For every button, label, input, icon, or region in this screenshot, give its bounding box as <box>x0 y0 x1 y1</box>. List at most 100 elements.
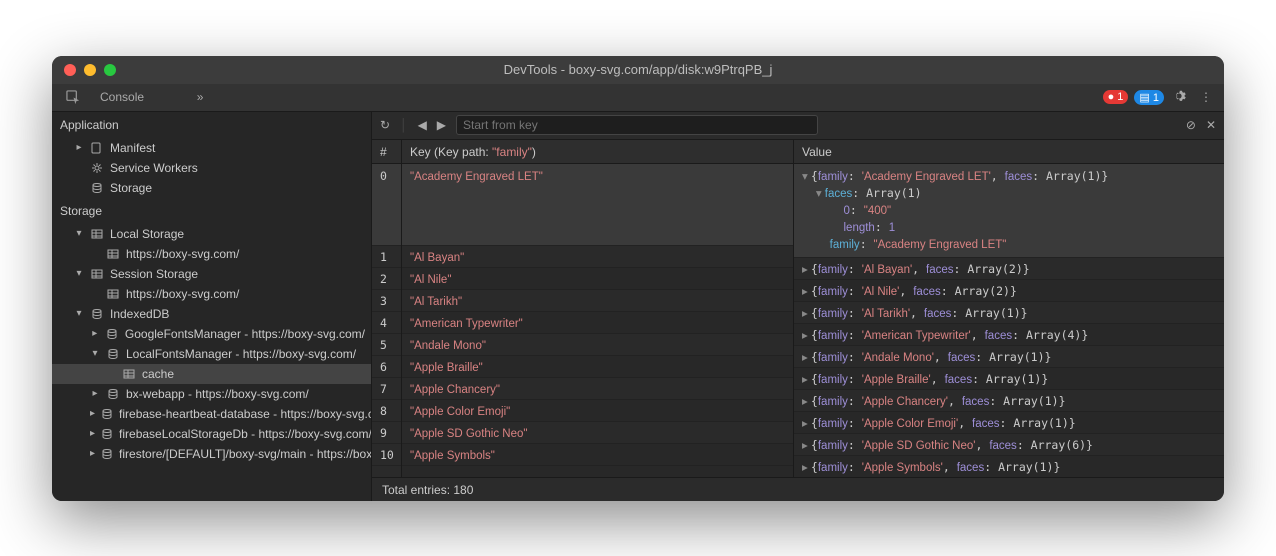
sidebar-item-label: IndexedDB <box>110 307 169 321</box>
row-value[interactable]: ▸ {family: 'Apple Symbols', faces: Array… <box>794 456 1224 477</box>
minimize-window-button[interactable] <box>84 64 96 76</box>
row-key[interactable]: "American Typewriter" <box>402 312 793 334</box>
sidebar-item[interactable]: ▸firestore/[DEFAULT]/boxy-svg/main - htt… <box>52 444 371 464</box>
next-page-icon[interactable]: ▶ <box>437 118 446 132</box>
row-key[interactable]: "Academy Engraved LET" <box>402 164 793 246</box>
disclosure-triangle-icon[interactable]: ▸ <box>90 428 95 439</box>
prev-page-icon[interactable]: ◀ <box>418 118 427 132</box>
inspect-icon[interactable] <box>64 88 82 106</box>
panel-tabs: OPFS ExplorerElementsApplicationNetworkS… <box>52 84 1224 112</box>
row-index[interactable]: 1 <box>372 246 401 268</box>
db-icon <box>101 408 113 420</box>
row-value[interactable]: ▸ {family: 'Apple Braille', faces: Array… <box>794 368 1224 390</box>
row-index[interactable]: 3 <box>372 290 401 312</box>
row-index[interactable]: 6 <box>372 356 401 378</box>
row-index[interactable]: 0 <box>372 164 401 246</box>
info-badge[interactable]: ▤ 1 <box>1134 90 1164 105</box>
sidebar-item[interactable]: ▾ IndexedDB <box>52 304 371 324</box>
sidebar-item-label: Service Workers <box>110 161 198 175</box>
row-key[interactable]: "Apple Braille" <box>402 356 793 378</box>
sidebar-item[interactable]: Service Workers <box>52 158 371 178</box>
maximize-window-button[interactable] <box>104 64 116 76</box>
sidebar-item[interactable]: ▸bx-webapp - https://boxy-svg.com/ <box>52 384 371 404</box>
row-index[interactable]: 8 <box>372 400 401 422</box>
row-key[interactable]: "Andale Mono" <box>402 334 793 356</box>
column-header[interactable]: # <box>372 140 401 164</box>
disclosure-triangle-icon[interactable]: ▾ <box>74 228 84 239</box>
grid-footer: Total entries: 180 <box>372 477 1224 501</box>
grid-icon <box>106 288 120 300</box>
disclosure-triangle-icon[interactable]: ▸ <box>74 142 84 153</box>
disclosure-triangle-icon[interactable]: ▸ <box>90 388 100 399</box>
sidebar-item-label: Session Storage <box>110 267 198 281</box>
disclosure-triangle-icon[interactable]: ▸ <box>90 408 95 419</box>
file-icon <box>90 142 104 154</box>
gear-icon <box>90 162 104 174</box>
sidebar-item[interactable]: ▸ firebaseLocalStorageDb - https://boxy-s… <box>52 424 371 444</box>
sidebar-item[interactable]: ▸GoogleFontsManager - https://boxy-svg.c… <box>52 324 371 344</box>
row-value[interactable]: ▸ {family: 'Apple Chancery', faces: Arra… <box>794 390 1224 412</box>
row-value[interactable]: ▸ {family: 'Andale Mono', faces: Array(1… <box>794 346 1224 368</box>
window-title: DevTools - boxy-svg.com/app/disk:w9PtrqP… <box>504 62 773 77</box>
row-value[interactable]: ▸ {family: 'Apple Color Emoji', faces: A… <box>794 412 1224 434</box>
sidebar-item[interactable]: https://boxy-svg.com/ <box>52 244 371 264</box>
row-value[interactable]: ▸ {family: 'Al Tarikh', faces: Array(1)} <box>794 302 1224 324</box>
row-key[interactable]: "Apple Chancery" <box>402 378 793 400</box>
row-key[interactable]: "Al Nile" <box>402 268 793 290</box>
row-key[interactable]: "Al Tarikh" <box>402 290 793 312</box>
row-value[interactable]: ▸ {family: 'American Typewriter', faces:… <box>794 324 1224 346</box>
sidebar-item-label: firebaseLocalStorageDb - https://boxy-sv… <box>119 427 371 441</box>
sidebar-item[interactable]: cache <box>52 364 371 384</box>
close-window-button[interactable] <box>64 64 76 76</box>
titlebar: DevTools - boxy-svg.com/app/disk:w9PtrqP… <box>52 56 1224 84</box>
sidebar-item[interactable]: ▾LocalFontsManager - https://boxy-svg.co… <box>52 344 371 364</box>
sidebar-item[interactable]: Storage <box>52 178 371 198</box>
tab-console[interactable]: Console <box>90 83 191 111</box>
row-value[interactable]: ▸ {family: 'Al Bayan', faces: Array(2)} <box>794 258 1224 280</box>
sidebar-item[interactable]: ▸ Manifest <box>52 138 371 158</box>
db-icon <box>106 328 119 340</box>
sidebar-item[interactable]: ▾ Local Storage <box>52 224 371 244</box>
row-index[interactable]: 9 <box>372 422 401 444</box>
clear-icon[interactable]: ⊘ <box>1186 118 1196 132</box>
db-icon <box>101 428 113 440</box>
row-key[interactable]: "Apple Color Emoji" <box>402 400 793 422</box>
sidebar-item-label: Local Storage <box>110 227 184 241</box>
refresh-icon[interactable]: ↻ <box>380 118 390 132</box>
db-icon <box>101 448 113 460</box>
sidebar-item-label: Manifest <box>110 141 155 155</box>
row-index[interactable]: 10 <box>372 444 401 466</box>
more-tabs-icon[interactable]: » <box>197 90 204 104</box>
row-key[interactable]: "Apple Symbols" <box>402 444 793 466</box>
row-key[interactable]: "Al Bayan" <box>402 246 793 268</box>
kebab-menu-icon[interactable]: ⋮ <box>1200 90 1212 104</box>
disclosure-triangle-icon[interactable]: ▾ <box>74 268 84 279</box>
row-value[interactable]: ▸ {family: 'Apple SD Gothic Neo', faces:… <box>794 434 1224 456</box>
disclosure-triangle-icon[interactable]: ▸ <box>90 448 95 459</box>
close-icon[interactable]: ✕ <box>1206 118 1216 132</box>
grid-icon <box>90 268 104 280</box>
disclosure-triangle-icon[interactable]: ▾ <box>74 308 84 319</box>
start-key-input[interactable] <box>456 115 818 135</box>
disclosure-triangle-icon[interactable]: ▸ <box>90 328 100 339</box>
error-badge[interactable]: ● 1 <box>1103 90 1129 104</box>
row-index[interactable]: 2 <box>372 268 401 290</box>
column-header[interactable]: Value <box>794 140 1224 164</box>
sidebar-item-label: Storage <box>110 181 152 195</box>
application-sidebar: Application ▸ Manifest Service Workers Stora… <box>52 112 372 501</box>
db-icon <box>90 182 104 194</box>
row-value[interactable]: ▾ {family: 'Academy Engraved LET', faces… <box>794 164 1224 258</box>
sidebar-item[interactable]: https://boxy-svg.com/ <box>52 284 371 304</box>
settings-icon[interactable] <box>1172 89 1186 106</box>
sidebar-section-storage: Storage <box>52 198 371 224</box>
disclosure-triangle-icon[interactable]: ▾ <box>90 348 100 359</box>
row-index[interactable]: 5 <box>372 334 401 356</box>
row-key[interactable]: "Apple SD Gothic Neo" <box>402 422 793 444</box>
row-value[interactable]: ▸ {family: 'Al Nile', faces: Array(2)} <box>794 280 1224 302</box>
row-index[interactable]: 7 <box>372 378 401 400</box>
row-index[interactable]: 4 <box>372 312 401 334</box>
sidebar-item[interactable]: ▸firebase-heartbeat-database - https://b… <box>52 404 371 424</box>
sidebar-item[interactable]: ▾ Session Storage <box>52 264 371 284</box>
sidebar-section-application: Application <box>52 112 371 138</box>
column-header[interactable]: Key (Key path: "family") <box>402 140 793 164</box>
